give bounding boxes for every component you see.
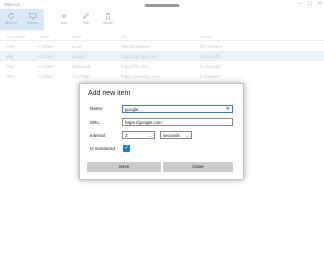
interval-label: Interval: <box>90 133 107 138</box>
clear-icon[interactable]: ✕ <box>226 106 230 112</box>
save-button[interactable]: Save <box>87 162 161 172</box>
interval-value: 3 <box>125 133 128 138</box>
name-value: google <box>125 107 139 112</box>
chevron-down-icon: ⌄ <box>185 133 189 138</box>
interval-value-select[interactable]: 3 ⌄ <box>122 131 155 139</box>
interval-unit-select[interactable]: seconds ⌄ <box>160 131 192 139</box>
interval-unit: seconds <box>163 133 180 138</box>
check-icon: ✓ <box>124 145 129 151</box>
url-label: URL: <box>90 120 101 125</box>
chevron-down-icon: ⌄ <box>148 133 152 138</box>
monitored-label: Is monitored: <box>90 146 117 151</box>
url-value: https://google.com <box>125 120 162 125</box>
is-monitored-checkbox[interactable]: ✓ <box>123 145 130 152</box>
close-button[interactable]: Close <box>163 162 233 172</box>
name-input[interactable]: google ✕ <box>122 105 233 113</box>
name-label: Name: <box>90 106 104 111</box>
url-input[interactable]: https://google.com <box>122 118 233 126</box>
dialog-title: Add new item <box>88 90 131 97</box>
